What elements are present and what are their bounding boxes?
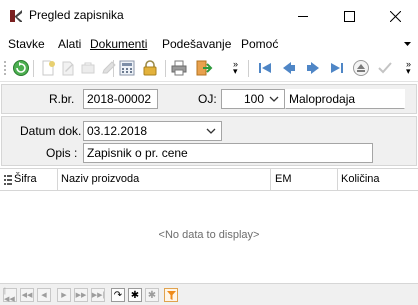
opis-field[interactable]: Zapisnik o pr. cene — [83, 143, 373, 163]
menu-pomoc[interactable]: Pomoć — [241, 37, 278, 51]
menu-bar: Stavke Alati Dokumenti Podešavanje Pomoć — [0, 33, 418, 55]
toolbar-separator — [165, 60, 166, 77]
empty-grid-message: <No data to display> — [158, 229, 260, 241]
minimize-button[interactable] — [280, 0, 326, 32]
print-icon[interactable] — [170, 59, 188, 77]
menu-stavke[interactable]: Stavke — [8, 37, 45, 51]
column-separator — [57, 169, 58, 191]
last-record-icon[interactable] — [328, 59, 346, 77]
edit-document-icon[interactable] — [59, 59, 77, 77]
oj-name-field: Maloprodaja — [285, 89, 405, 109]
toolbar-grip-icon — [4, 61, 6, 75]
date-picker[interactable]: 03.12.2018 — [83, 121, 222, 141]
previous-record-icon[interactable] — [280, 59, 298, 77]
header-panel: R.br. 2018-00002 OJ: 100 Maloprodaja — [1, 84, 417, 114]
oj-label: OJ: — [198, 92, 217, 106]
document-panel: Datum dok. 03.12.2018 Opis : Zapisnik o … — [1, 116, 417, 166]
nav-delete-icon[interactable]: ✱ — [145, 288, 159, 302]
maximize-button[interactable] — [326, 0, 372, 32]
rbr-field[interactable]: 2018-00002 — [83, 89, 158, 109]
oj-dropdown[interactable]: 100 — [221, 89, 285, 109]
lock-icon[interactable] — [141, 59, 159, 77]
menu-overflow-icon[interactable] — [403, 39, 412, 48]
column-separator — [337, 169, 338, 191]
toolbar-overflow-icon[interactable]: » ▾ — [233, 60, 238, 76]
refresh-icon[interactable] — [12, 59, 30, 77]
calculator-icon[interactable] — [118, 59, 136, 77]
app-logo-icon — [10, 10, 22, 22]
toolbar: » ▾ » ▾ — [0, 55, 418, 82]
new-document-icon[interactable] — [39, 59, 57, 77]
column-chooser-icon[interactable] — [4, 175, 12, 185]
column-naziv-proizvoda[interactable]: Naziv proizvoda — [61, 173, 139, 185]
rbr-label: R.br. — [49, 92, 75, 106]
confirm-check-icon[interactable] — [376, 59, 394, 77]
nav-last-icon[interactable]: ▶▶| — [91, 288, 105, 302]
toolbar-separator — [248, 60, 249, 77]
minimize-icon — [297, 15, 308, 17]
edit-pencil-icon[interactable] — [100, 59, 118, 77]
menu-podesavanje[interactable]: Podešavanje — [162, 37, 231, 51]
first-record-icon[interactable] — [256, 59, 274, 77]
nav-next-icon[interactable]: ▶ — [57, 288, 71, 302]
nav-first-icon[interactable]: |◀◀ — [3, 288, 17, 303]
date-value: 03.12.2018 — [87, 124, 148, 138]
close-button[interactable] — [372, 0, 418, 32]
nav-next-page-icon[interactable]: ▶▶ — [74, 288, 88, 302]
toolbar-separator — [33, 60, 34, 77]
chevron-down-icon — [206, 128, 216, 134]
nav-prev-page-icon[interactable]: ◀◀ — [20, 288, 34, 302]
nav-insert-icon[interactable]: ✱ — [128, 288, 142, 302]
next-record-icon[interactable] — [304, 59, 322, 77]
nav-prev-icon[interactable]: ◀ — [37, 288, 51, 302]
toolbar-overflow-icon[interactable]: » ▾ — [406, 60, 411, 76]
delete-document-icon[interactable] — [79, 59, 97, 77]
filter-icon — [166, 290, 176, 300]
nav-filter-button[interactable] — [164, 288, 178, 302]
menu-dokumenti[interactable]: Dokumenti — [90, 37, 147, 51]
chevron-down-icon — [269, 96, 279, 102]
column-sifra[interactable]: Šifra — [14, 173, 37, 185]
title-bar: Pregled zapisnika — [0, 0, 418, 32]
window-title: Pregled zapisnika — [29, 8, 124, 22]
close-icon — [389, 10, 401, 22]
items-grid: Šifra Naziv proizvoda EM Količina <No da… — [0, 168, 418, 283]
grid-header: Šifra Naziv proizvoda EM Količina — [0, 169, 418, 191]
column-separator — [270, 169, 271, 191]
maximize-icon — [343, 10, 355, 22]
export-icon[interactable] — [195, 59, 213, 77]
date-label: Datum dok. — [20, 124, 82, 138]
oj-value: 100 — [243, 92, 264, 106]
menu-alati[interactable]: Alati — [58, 37, 81, 51]
eject-icon[interactable] — [352, 59, 370, 77]
opis-label: Opis : — [46, 146, 78, 160]
nav-append-icon[interactable]: ↷ — [111, 288, 125, 302]
toolbar-separator — [113, 60, 114, 77]
record-navigator: |◀◀ ◀◀ ◀ ▶ ▶▶ ▶▶| ↷ ✱ ✱ — [0, 283, 418, 305]
column-em[interactable]: EM — [275, 173, 292, 185]
column-kolicina[interactable]: Količina — [341, 173, 380, 185]
